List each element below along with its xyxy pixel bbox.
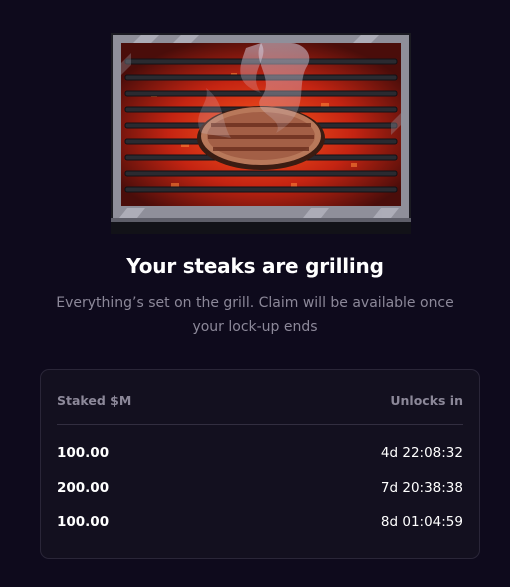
subtitle-text: Everything’s set on the grill. Claim wil… — [56, 295, 454, 335]
column-header-staked: Staked $M — [57, 393, 132, 408]
staked-amount: 100.00 — [57, 514, 110, 530]
staked-amount: 200.00 — [57, 480, 110, 496]
table-header: Staked $M Unlocks in — [57, 393, 463, 425]
table-row: 100.00 8d 01:04:59 — [57, 514, 463, 534]
unlock-countdown: 7d 20:38:38 — [380, 480, 463, 496]
column-header-unlocks: Unlocks in — [390, 393, 463, 408]
staked-amount: 100.00 — [57, 445, 110, 461]
table-row: 100.00 4d 22:08:32 — [57, 445, 463, 465]
grill-steak-icon — [111, 33, 411, 234]
page-title: Your steaks are grilling — [126, 254, 384, 278]
stakes-card: Staked $M Unlocks in 100.00 4d 22:08:32 … — [40, 369, 480, 559]
table-row: 200.00 7d 20:38:38 — [57, 480, 463, 500]
unlock-countdown: 8d 01:04:59 — [380, 514, 463, 530]
unlock-countdown: 4d 22:08:32 — [380, 445, 463, 461]
